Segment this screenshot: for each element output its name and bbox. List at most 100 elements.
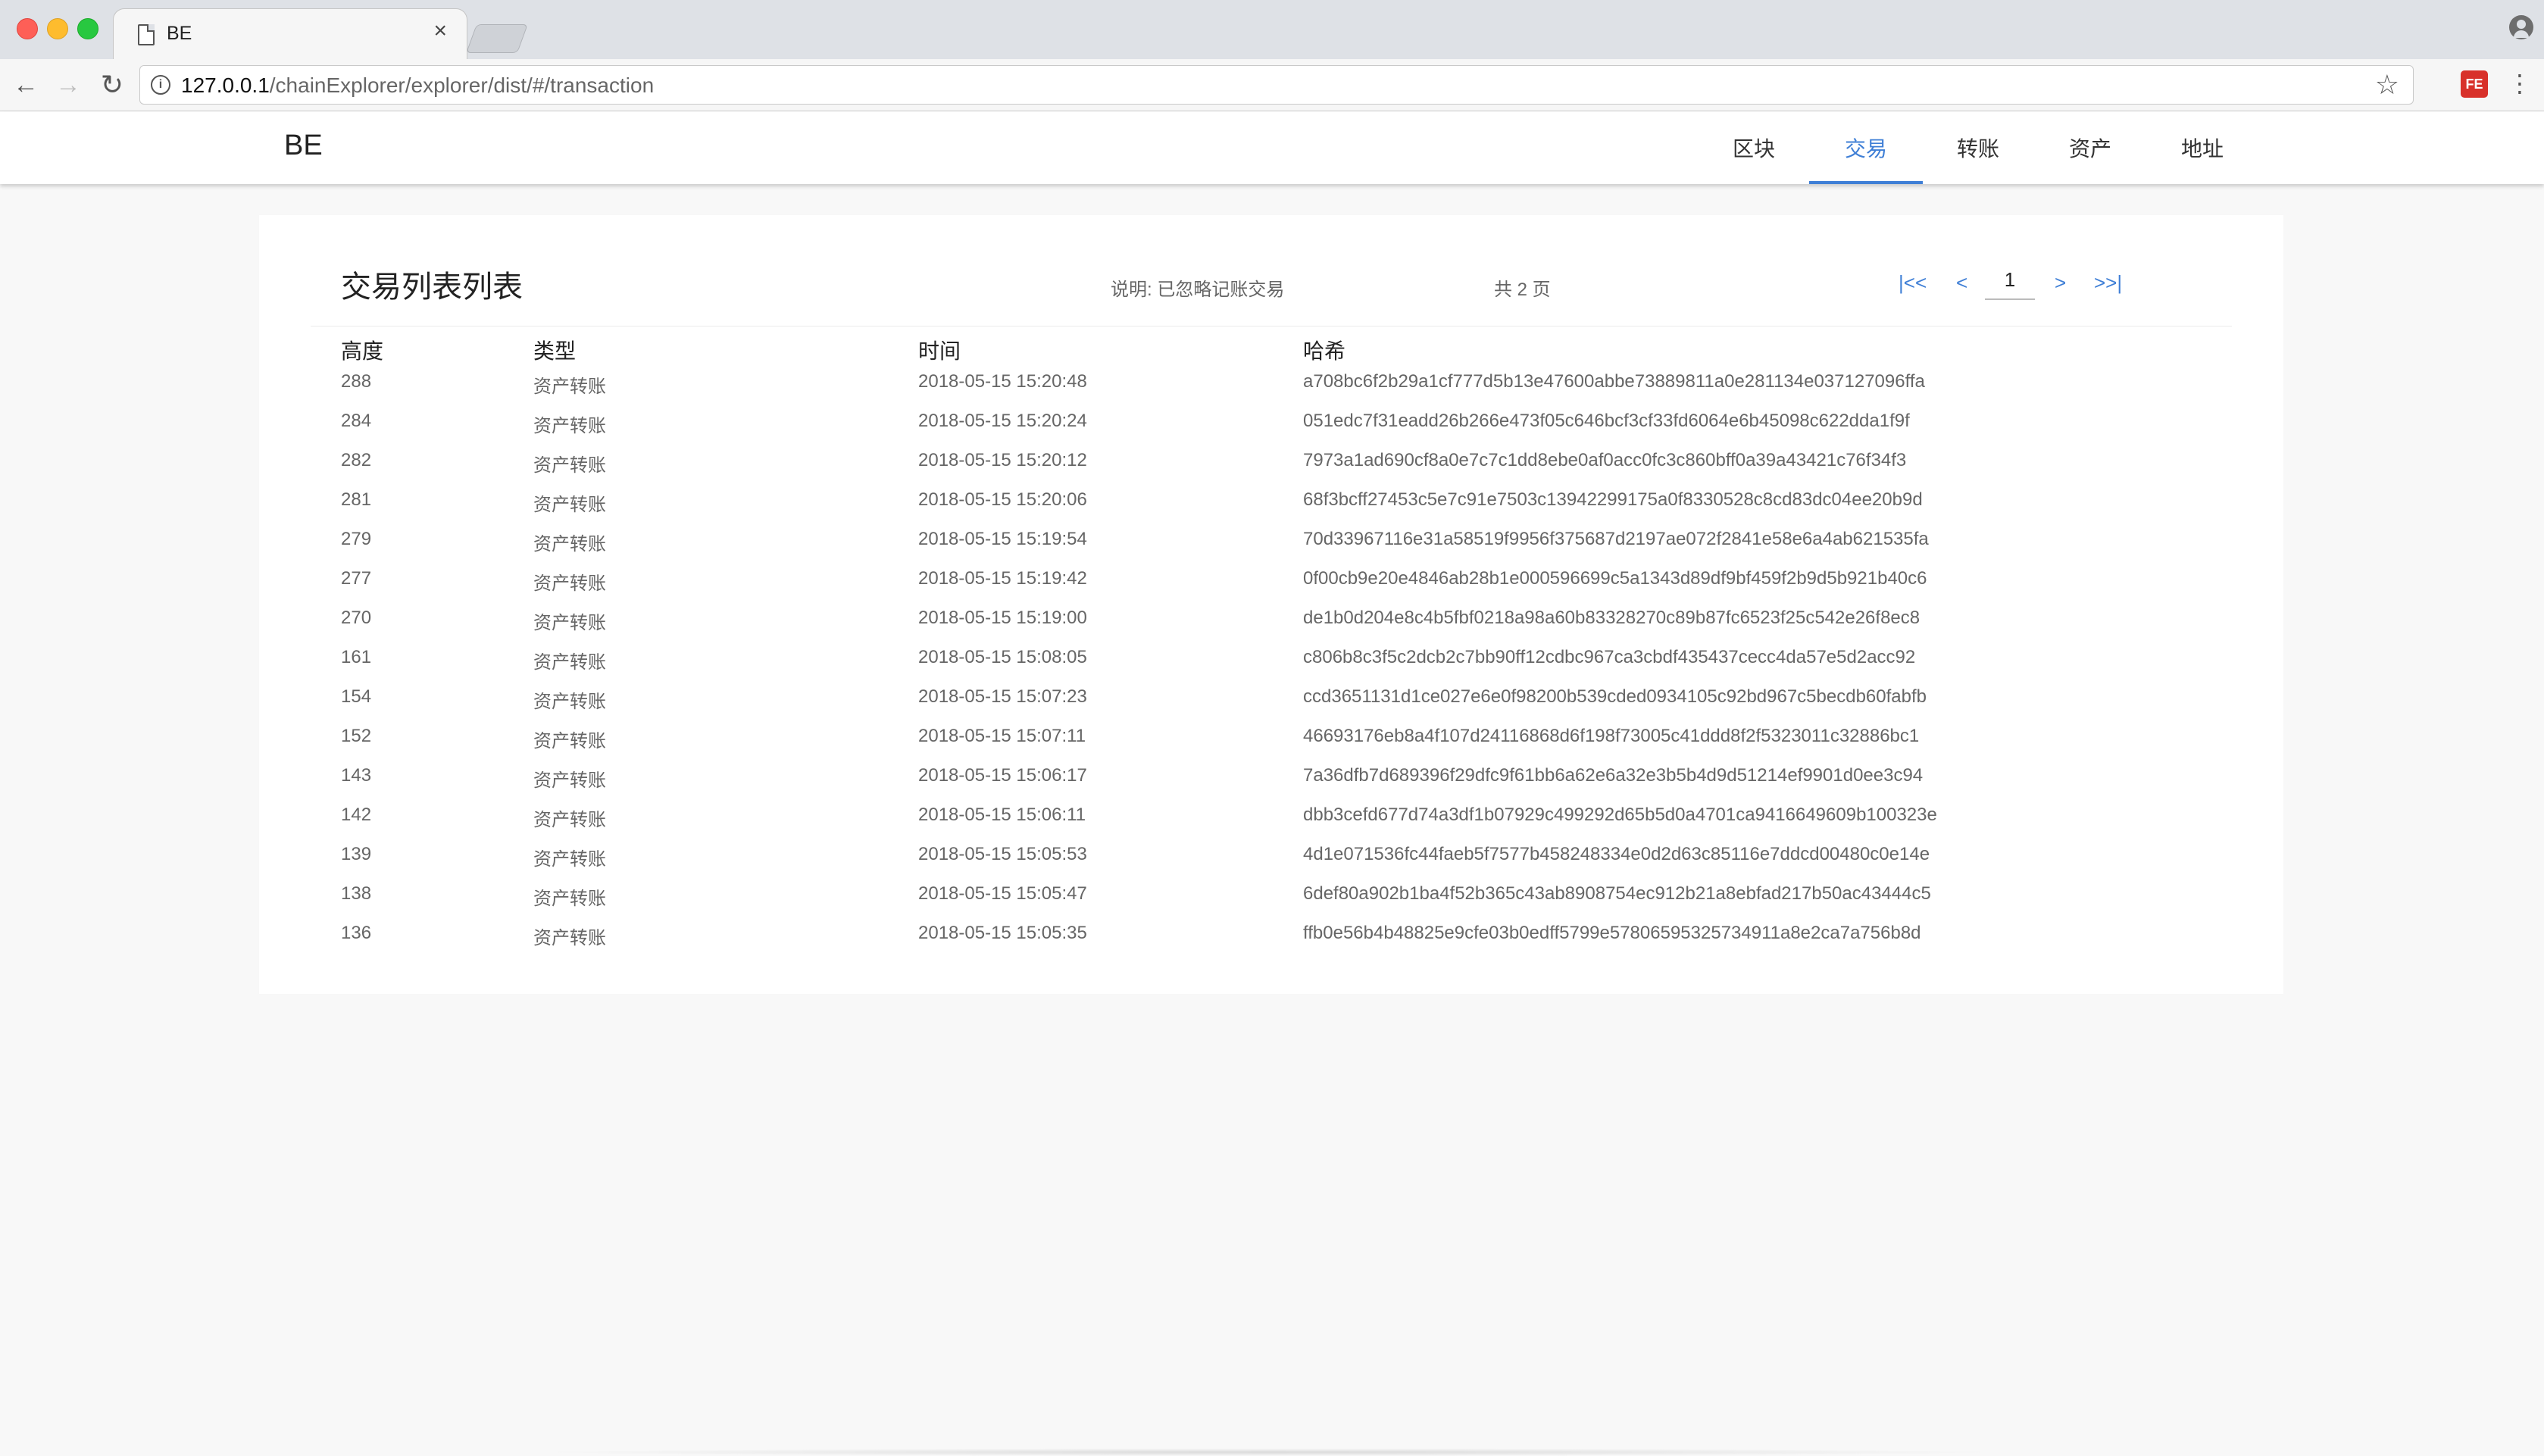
table-row[interactable]: 270 资产转账 2018-05-15 15:19:00 de1b0d204e8c4b… xyxy=(341,605,2235,644)
list-note: 说明: 已忽略记账交易 xyxy=(1111,280,1285,300)
page-title: 交易列表列表 xyxy=(341,270,523,304)
table-row[interactable]: 152 资产转账 2018-05-15 15:07:11 46693176eb8a4f… xyxy=(341,723,2235,762)
bookmark-star-icon[interactable]: ☆ xyxy=(2375,69,2399,101)
column-header-height: 高度 xyxy=(341,339,384,363)
cell-height[interactable]: 136 xyxy=(341,923,371,944)
cell-type: 资产转账 xyxy=(533,376,606,397)
cell-height[interactable]: 284 xyxy=(341,411,371,432)
cell-height[interactable]: 282 xyxy=(341,450,371,471)
new-tab-button[interactable] xyxy=(466,24,528,53)
column-header-time: 时间 xyxy=(918,339,961,363)
cell-height[interactable]: 152 xyxy=(341,726,371,747)
cell-hash[interactable]: 70d33967116e31a58519f9956f375687d2197ae0… xyxy=(1303,529,1929,550)
next-page-button[interactable]: > xyxy=(2055,271,2066,295)
cell-height[interactable]: 161 xyxy=(341,647,371,668)
cell-hash[interactable]: de1b0d204e8c4b5fbf0218a98a60b83328270c89… xyxy=(1303,608,1920,629)
column-header-hash: 哈希 xyxy=(1303,339,1346,363)
url-host: 127.0.0.1 xyxy=(181,73,270,97)
cell-hash[interactable]: 46693176eb8a4f107d24116868d6f198f73005c4… xyxy=(1303,726,1919,747)
reload-icon[interactable]: ↻ xyxy=(97,70,127,100)
cell-height[interactable]: 143 xyxy=(341,765,371,786)
profile-icon[interactable] xyxy=(2509,15,2533,39)
table-row[interactable]: 154 资产转账 2018-05-15 15:07:23 ccd3651131d1ce… xyxy=(341,683,2235,723)
tab-title: BE xyxy=(167,23,192,44)
table-row[interactable]: 139 资产转账 2018-05-15 15:05:53 4d1e071536fc44… xyxy=(341,841,2235,880)
document-icon xyxy=(138,24,155,45)
cell-height[interactable]: 281 xyxy=(341,489,371,511)
cell-type: 资产转账 xyxy=(533,692,606,712)
prev-page-button[interactable]: < xyxy=(1956,271,1967,295)
cell-height[interactable]: 270 xyxy=(341,608,371,629)
cell-type: 资产转账 xyxy=(533,810,606,830)
table-row[interactable]: 281 资产转账 2018-05-15 15:20:06 68f3bcff27453c… xyxy=(341,486,2235,526)
cell-hash[interactable]: 0f00cb9e20e4846ab28b1e000596699c5a1343d8… xyxy=(1303,568,1927,589)
browser-titlebar: BE × xyxy=(0,0,2544,59)
nav-item-transfers[interactable]: 转账 xyxy=(1921,111,2035,184)
total-pages: 共 2 页 xyxy=(1494,280,1551,300)
cell-type: 资产转账 xyxy=(533,416,606,436)
cell-time: 2018-05-15 15:05:53 xyxy=(918,844,1087,864)
url-path: /chainExplorer/explorer/dist/#/transacti… xyxy=(269,73,655,97)
fe-extension-icon[interactable]: FE xyxy=(2461,70,2488,98)
table-row[interactable]: 143 资产转账 2018-05-15 15:06:17 7a36dfb7d68939… xyxy=(341,762,2235,801)
table-row[interactable]: 284 资产转账 2018-05-15 15:20:24 051edc7f31eadd… xyxy=(341,408,2235,447)
browser-tab[interactable]: BE × xyxy=(114,9,467,59)
cell-hash[interactable]: a708bc6f2b29a1cf777d5b13e47600abbe738898… xyxy=(1303,371,1925,392)
page-number-input[interactable] xyxy=(1985,261,2035,300)
browser-toolbar: ← → ↻ i 127.0.0.1/chainExplorer/explorer… xyxy=(0,59,2544,111)
cell-time: 2018-05-15 15:06:11 xyxy=(918,805,1086,825)
cell-type: 资产转账 xyxy=(533,889,606,909)
cell-hash[interactable]: 7a36dfb7d689396f29dfc9f61bb6a62e6a32e3b5… xyxy=(1303,765,1923,786)
cell-hash[interactable]: c806b8c3f5c2dcb2c7bb90ff12cdbc967ca3cbdf… xyxy=(1303,647,1915,668)
nav-item-assets[interactable]: 资产 xyxy=(2033,111,2147,184)
cell-height[interactable]: 138 xyxy=(341,883,371,905)
table-header: 高度 类型 时间 哈希 xyxy=(341,330,2235,368)
cell-time: 2018-05-15 15:19:00 xyxy=(918,608,1087,628)
cell-time: 2018-05-15 15:08:05 xyxy=(918,647,1087,667)
address-bar[interactable]: i 127.0.0.1/chainExplorer/explorer/dist/… xyxy=(139,65,2414,105)
cell-hash[interactable]: 7973a1ad690cf8a0e7c7c1dd8ebe0af0acc0fc3c… xyxy=(1303,450,1906,471)
table-row[interactable]: 277 资产转账 2018-05-15 15:19:42 0f00cb9e20e484… xyxy=(341,565,2235,605)
table-row[interactable]: 288 资产转账 2018-05-15 15:20:48 a708bc6f2b29a1… xyxy=(341,368,2235,408)
cell-height[interactable]: 288 xyxy=(341,371,371,392)
cell-hash[interactable]: 68f3bcff27453c5e7c91e7503c13942299175a0f… xyxy=(1303,489,1923,511)
brand-logo[interactable]: BE xyxy=(284,130,323,162)
cell-hash[interactable]: dbb3cefd677d74a3df1b07929c499292d65b5d0a… xyxy=(1303,805,1937,826)
cell-height[interactable]: 277 xyxy=(341,568,371,589)
cell-hash[interactable]: 6def80a902b1ba4f52b365c43ab8908754ec912b… xyxy=(1303,883,1931,905)
last-page-button[interactable]: >>| xyxy=(2094,271,2122,295)
back-arrow-icon[interactable]: ← xyxy=(11,70,41,100)
cell-time: 2018-05-15 15:19:42 xyxy=(918,568,1087,589)
cell-height[interactable]: 139 xyxy=(341,844,371,865)
cell-height[interactable]: 279 xyxy=(341,529,371,550)
close-tab-icon[interactable]: × xyxy=(433,20,447,42)
close-window-button[interactable] xyxy=(17,18,38,39)
nav-item-blocks[interactable]: 区块 xyxy=(1697,111,1811,184)
cell-height[interactable]: 142 xyxy=(341,805,371,826)
cell-type: 资产转账 xyxy=(533,455,606,476)
cell-type: 资产转账 xyxy=(533,613,606,633)
first-page-button[interactable]: |<< xyxy=(1899,271,1927,295)
minimize-window-button[interactable] xyxy=(47,18,68,39)
nav-item-addresses[interactable]: 地址 xyxy=(2146,111,2259,184)
transaction-list-card: 交易列表列表 说明: 已忽略记账交易 共 2 页 |<< < > >>| 高度 … xyxy=(259,215,2283,994)
cell-type: 资产转账 xyxy=(533,495,606,515)
kebab-menu-icon[interactable]: ⋮ xyxy=(2508,68,2532,98)
cell-hash[interactable]: 051edc7f31eadd26b266e473f05c646bcf3cf33f… xyxy=(1303,411,1910,432)
maximize-window-button[interactable] xyxy=(77,18,98,39)
cell-time: 2018-05-15 15:20:24 xyxy=(918,411,1087,431)
cell-hash[interactable]: 4d1e071536fc44faeb5f7577b458248334e0d2d6… xyxy=(1303,844,1930,865)
cell-hash[interactable]: ccd3651131d1ce027e6e0f98200b539cded09341… xyxy=(1303,686,1927,708)
table-row[interactable]: 282 资产转账 2018-05-15 15:20:12 7973a1ad690cf8… xyxy=(341,447,2235,486)
cell-height[interactable]: 154 xyxy=(341,686,371,708)
forward-arrow-icon[interactable]: → xyxy=(53,70,83,100)
table-row[interactable]: 279 资产转账 2018-05-15 15:19:54 70d33967116e31… xyxy=(341,526,2235,565)
cell-hash[interactable]: ffb0e56b4b48825e9cfe03b0edff5799e5780659… xyxy=(1303,923,1921,944)
table-row[interactable]: 138 资产转账 2018-05-15 15:05:47 6def80a902b1ba… xyxy=(341,880,2235,920)
table-row[interactable]: 142 资产转账 2018-05-15 15:06:11 dbb3cefd677d74… xyxy=(341,801,2235,841)
url-text[interactable]: 127.0.0.1/chainExplorer/explorer/dist/#/… xyxy=(181,73,654,98)
info-icon[interactable]: i xyxy=(151,75,170,95)
nav-item-transactions[interactable]: 交易 xyxy=(1809,111,1923,184)
table-row[interactable]: 136 资产转账 2018-05-15 15:05:35 ffb0e56b4b4882… xyxy=(341,920,2235,959)
table-row[interactable]: 161 资产转账 2018-05-15 15:08:05 c806b8c3f5c2dc… xyxy=(341,644,2235,683)
